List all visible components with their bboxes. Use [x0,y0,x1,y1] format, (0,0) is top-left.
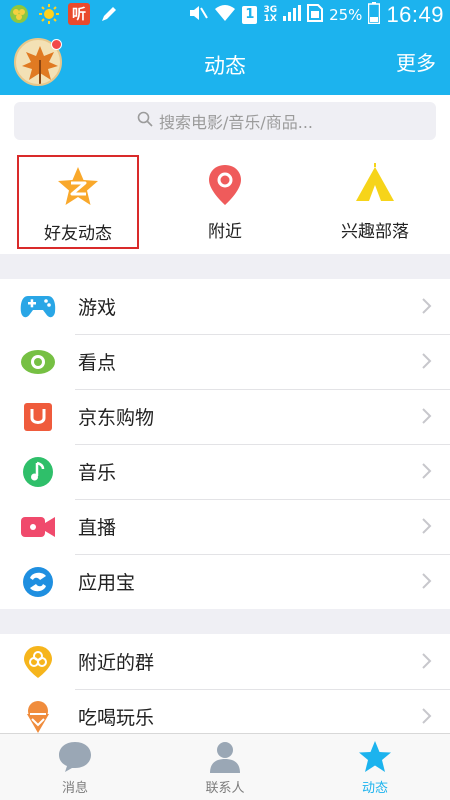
clock-time: 16:49 [386,2,444,27]
quick-entry-interest-tribe[interactable]: 兴趣部落 [314,155,436,249]
ice-cream-icon [20,700,56,734]
list-item-nearby-groups[interactable]: 附近的群 [0,634,450,689]
list-item-music[interactable]: 音乐 [0,444,450,499]
chat-bubble-icon [57,740,93,774]
video-camera-icon [20,510,56,544]
search-placeholder: 搜索电影/音乐/商品... [158,113,314,132]
sim-notification-badge: 1 [242,6,258,24]
list-item-kandian[interactable]: 看点 [0,334,450,389]
tab-label: 动态 [361,781,388,796]
list-item-live[interactable]: 直播 [0,499,450,554]
tent-icon [353,163,397,207]
list-item-game[interactable]: 游戏 [0,279,450,334]
network-bottom-label: 1X [263,14,277,24]
list-item-label: 游戏 [78,297,117,319]
page-title: 动态 [204,54,246,78]
jd-shopping-icon [20,400,56,434]
chevron-right-icon [422,518,432,534]
list-item-label: 音乐 [78,462,117,484]
list-item-label: 附近的群 [78,652,155,674]
chevron-right-icon [422,708,432,724]
sim-badge-number: 1 [245,7,255,22]
battery-icon [368,2,381,28]
wifi-icon [214,4,236,26]
bottom-tab-bar: 消息 联系人 动态 [0,733,450,800]
search-section: 搜索电影/音乐/商品... [0,95,450,147]
tab-dynamics[interactable]: 动态 [300,734,450,800]
listen-app-icon: 听 [68,3,90,25]
battery-percent: 25% [329,6,363,24]
list-item-label: 吃喝玩乐 [78,707,155,729]
chevron-right-icon [422,573,432,589]
unread-dot [51,39,62,50]
app-store-icon [20,565,56,599]
tab-label: 消息 [61,781,88,796]
quick-entry-nearby[interactable]: 附近 [164,155,286,249]
sim-card-icon [307,4,324,26]
chevron-right-icon [422,408,432,424]
more-button[interactable]: 更多 [396,47,436,76]
network-type: 3G 1X [263,6,277,24]
quick-entry-friend-feed[interactable]: 好友动态 [17,155,139,249]
search-input[interactable]: 搜索电影/音乐/商品... [14,102,436,140]
location-pin-icon [203,163,247,207]
music-icon [20,455,56,489]
gamepad-icon [20,290,56,324]
quick-entry-label: 兴趣部落 [341,222,409,242]
list-item-jd-shopping[interactable]: 京东购物 [0,389,450,444]
search-icon [137,111,153,131]
list-item-app-store[interactable]: 应用宝 [0,554,450,609]
list-item-label: 看点 [78,352,117,374]
chevron-right-icon [422,353,432,369]
chevron-right-icon [422,463,432,479]
nearby-group-icon [20,645,56,679]
pen-icon [98,3,120,25]
feature-list-secondary: 附近的群 吃喝玩乐 [0,634,450,744]
app-header: 动态 更多 [0,30,450,95]
quick-entry-label: 好友动态 [44,224,112,244]
list-item-label: 直播 [78,517,117,539]
tab-contacts[interactable]: 联系人 [150,734,300,800]
eye-icon [20,345,56,379]
sun-icon [38,3,60,25]
star-icon [357,740,393,774]
quick-entries: 好友动态 附近 兴趣部落 [0,147,450,254]
tab-label: 联系人 [205,781,245,796]
listen-app-glyph: 听 [72,7,86,23]
feature-list-primary: 游戏 看点 京东购物 音乐 直播 应用宝 [0,279,450,609]
list-item-label: 京东购物 [78,407,155,429]
chevron-right-icon [422,653,432,669]
chevron-right-icon [422,298,432,314]
qzone-star-icon [56,165,100,209]
list-item-label: 应用宝 [78,572,136,594]
app-clover-icon [8,3,30,25]
quick-entry-label: 附近 [208,222,242,242]
signal-icon [283,5,302,25]
contact-person-icon [207,740,243,774]
mute-icon [188,4,209,26]
tab-messages[interactable]: 消息 [0,734,150,800]
status-bar: 听 1 3G 1X 25% 16:49 [0,0,450,30]
